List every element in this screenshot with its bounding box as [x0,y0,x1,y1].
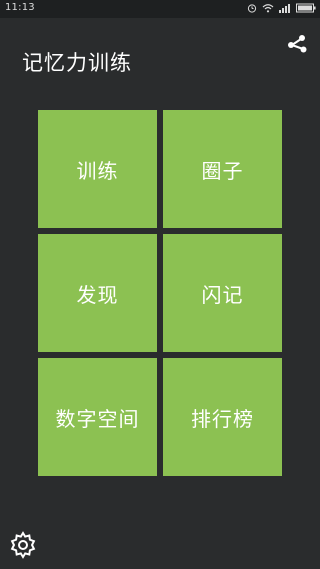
app-screen: 11:13 记忆力训练 训练 圈子 发现 闪记 数字空间 排行榜 [0,0,320,569]
app-title: 记忆力训练 [22,51,132,75]
share-icon [288,35,307,53]
tile-training-label: 训练 [76,158,119,183]
tile-leaderboard-label: 排行榜 [191,406,254,431]
tile-flash-memory[interactable]: 闪记 [163,234,282,352]
tile-circle-label: 圈子 [201,158,244,183]
gear-icon [10,531,36,559]
status-time: 11:13 [5,2,35,13]
battery-icon [296,3,316,13]
alarm-icon [247,3,257,13]
signal-icon [279,3,291,13]
tile-flash-memory-label: 闪记 [201,282,244,307]
tile-number-space-label: 数字空间 [55,406,140,431]
tile-training[interactable]: 训练 [38,110,157,228]
status-icons [247,3,316,13]
settings-button[interactable] [8,530,38,560]
tile-leaderboard[interactable]: 排行榜 [163,358,282,476]
tile-discover[interactable]: 发现 [38,234,157,352]
tile-circle[interactable]: 圈子 [163,110,282,228]
share-button[interactable] [286,33,308,55]
tile-number-space[interactable]: 数字空间 [38,358,157,476]
wifi-icon [262,3,274,13]
main-menu-grid: 训练 圈子 发现 闪记 数字空间 排行榜 [38,110,282,476]
status-bar: 11:13 [0,0,320,18]
tile-discover-label: 发现 [76,282,119,307]
